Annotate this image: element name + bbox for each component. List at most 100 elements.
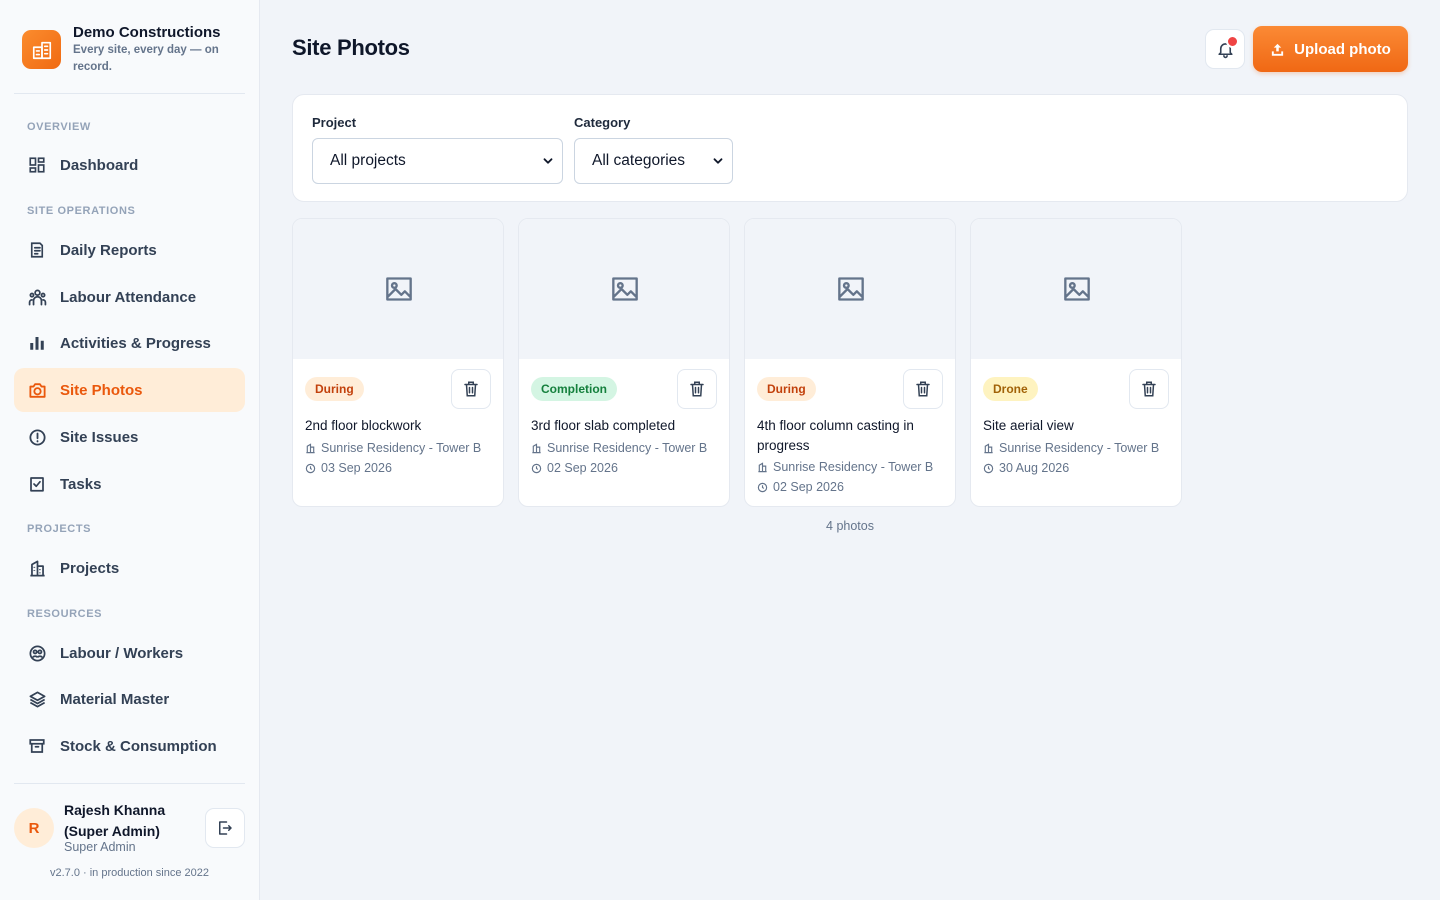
avatar: R (14, 808, 54, 848)
sidebar-item-label: Dashboard (60, 156, 139, 174)
building-icon (305, 442, 316, 454)
brand-name: Demo Constructions (73, 24, 221, 41)
divider (14, 783, 245, 784)
photo-project: Sunrise Residency - Tower B (531, 441, 707, 455)
photo-card[interactable]: Completion 3rd floor slab completed Sunr… (518, 218, 730, 507)
sidebar-item-labour-workers[interactable]: Labour / Workers (14, 631, 245, 675)
upload-photo-button[interactable]: Upload photo (1253, 26, 1408, 72)
category-filter-label: Category (574, 115, 631, 130)
building-icon (27, 558, 47, 578)
building-icon (983, 442, 994, 454)
category-badge: Drone (983, 377, 1038, 401)
workers-icon (27, 643, 47, 663)
bar-chart-icon (27, 333, 47, 353)
category-select-value: All categories (592, 152, 686, 169)
nav-section-overview: OVERVIEW (27, 121, 91, 133)
photo-date-value: 02 Sep 2026 (773, 480, 844, 494)
chevron-down-icon (543, 158, 553, 164)
photo-project: Sunrise Residency - Tower B (757, 460, 933, 474)
upload-icon (1270, 42, 1285, 57)
dashboard-icon (27, 155, 47, 175)
building-logo-icon (22, 30, 61, 69)
logout-icon (219, 821, 232, 835)
app-version: v2.7.0 · in production since 2022 (50, 867, 209, 879)
photo-project-name: Sunrise Residency - Tower B (321, 441, 482, 455)
photo-project-name: Sunrise Residency - Tower B (547, 441, 708, 455)
notification-dot (1226, 35, 1239, 48)
people-icon (27, 287, 47, 307)
photo-title: 2nd floor blockwork (305, 418, 422, 433)
sidebar-item-label: Stock & Consumption (60, 737, 217, 755)
category-badge: Completion (531, 377, 617, 401)
building-icon (757, 461, 768, 473)
photo-date: 02 Sep 2026 (531, 461, 618, 475)
divider (14, 93, 245, 94)
photo-date: 03 Sep 2026 (305, 461, 392, 475)
trash-icon (464, 381, 478, 397)
photo-thumbnail[interactable] (971, 219, 1181, 359)
logout-button[interactable] (205, 808, 245, 848)
sidebar-item-projects[interactable]: Projects (14, 546, 245, 590)
upload-photo-label: Upload photo (1294, 40, 1391, 58)
image-placeholder-icon (1064, 277, 1090, 301)
sidebar-item-tasks[interactable]: Tasks (14, 462, 245, 506)
sidebar-item-label: Labour Attendance (60, 288, 197, 306)
delete-photo-button[interactable] (451, 369, 491, 409)
delete-photo-button[interactable] (903, 369, 943, 409)
sidebar-item-dashboard[interactable]: Dashboard (14, 143, 245, 187)
nav-section-resources: RESOURCES (27, 608, 103, 620)
photo-project: Sunrise Residency - Tower B (305, 441, 481, 455)
sidebar-item-label: Site Issues (60, 428, 139, 446)
sidebar-item-site-photos[interactable]: Site Photos (14, 368, 245, 412)
project-select[interactable]: All projects (312, 138, 563, 184)
user-name: Rajesh Khanna (Super Admin) (64, 802, 166, 839)
user-role: Super Admin (64, 840, 136, 854)
sidebar-item-labour-attendance[interactable]: Labour Attendance (14, 275, 245, 319)
photo-card[interactable]: Drone Site aerial view Sunrise Residency… (970, 218, 1182, 507)
sidebar-item-label: Tasks (60, 475, 102, 493)
sidebar-item-daily-reports[interactable]: Daily Reports (14, 228, 245, 272)
trash-icon (690, 381, 704, 397)
clock-icon (305, 463, 316, 474)
photo-count: 4 photos (826, 519, 874, 533)
delete-photo-button[interactable] (1129, 369, 1169, 409)
photo-thumbnail[interactable] (745, 219, 955, 359)
sidebar: Demo Constructions Every site, every day… (0, 0, 260, 900)
sidebar-item-activities-progress[interactable]: Activities & Progress (14, 321, 245, 365)
photo-project: Sunrise Residency - Tower B (983, 441, 1159, 455)
photo-title: Site aerial view (983, 418, 1074, 433)
image-placeholder-icon (386, 277, 412, 301)
category-badge: During (305, 377, 364, 401)
report-icon (27, 240, 47, 260)
sidebar-item-site-issues[interactable]: Site Issues (14, 415, 245, 459)
photo-card[interactable]: During 4th floor column casting in progr… (744, 218, 956, 507)
sidebar-item-label: Projects (60, 559, 120, 577)
trash-icon (1142, 381, 1156, 397)
image-placeholder-icon (838, 277, 864, 301)
sidebar-item-stock-consumption[interactable]: Stock & Consumption (14, 724, 245, 768)
sidebar-item-material-master[interactable]: Material Master (14, 677, 245, 721)
nav-section-projects: PROJECTS (27, 523, 92, 535)
sidebar-item-label: Material Master (60, 690, 170, 708)
photo-date-value: 02 Sep 2026 (547, 461, 618, 475)
photo-date: 02 Sep 2026 (757, 480, 844, 494)
notifications-button[interactable] (1205, 29, 1245, 69)
alert-circle-icon (27, 427, 47, 447)
photo-card[interactable]: During 2nd floor blockwork Sunrise Resid… (292, 218, 504, 507)
project-filter-label: Project (312, 115, 357, 130)
category-select[interactable]: All categories (574, 138, 733, 184)
delete-photo-button[interactable] (677, 369, 717, 409)
checkbox-icon (27, 474, 47, 494)
photo-title: 3rd floor slab completed (531, 418, 676, 433)
sidebar-item-label: Activities & Progress (60, 334, 211, 352)
clock-icon (757, 482, 768, 493)
photo-thumbnail[interactable] (519, 219, 729, 359)
project-select-value: All projects (330, 152, 406, 169)
clock-icon (531, 463, 542, 474)
sidebar-item-label: Daily Reports (60, 241, 157, 259)
brand: Demo Constructions Every site, every day… (22, 24, 244, 76)
photo-thumbnail[interactable] (293, 219, 503, 359)
page-title: Site Photos (292, 35, 410, 60)
sidebar-item-label: Labour / Workers (60, 644, 184, 662)
photo-date: 30 Aug 2026 (983, 461, 1069, 475)
